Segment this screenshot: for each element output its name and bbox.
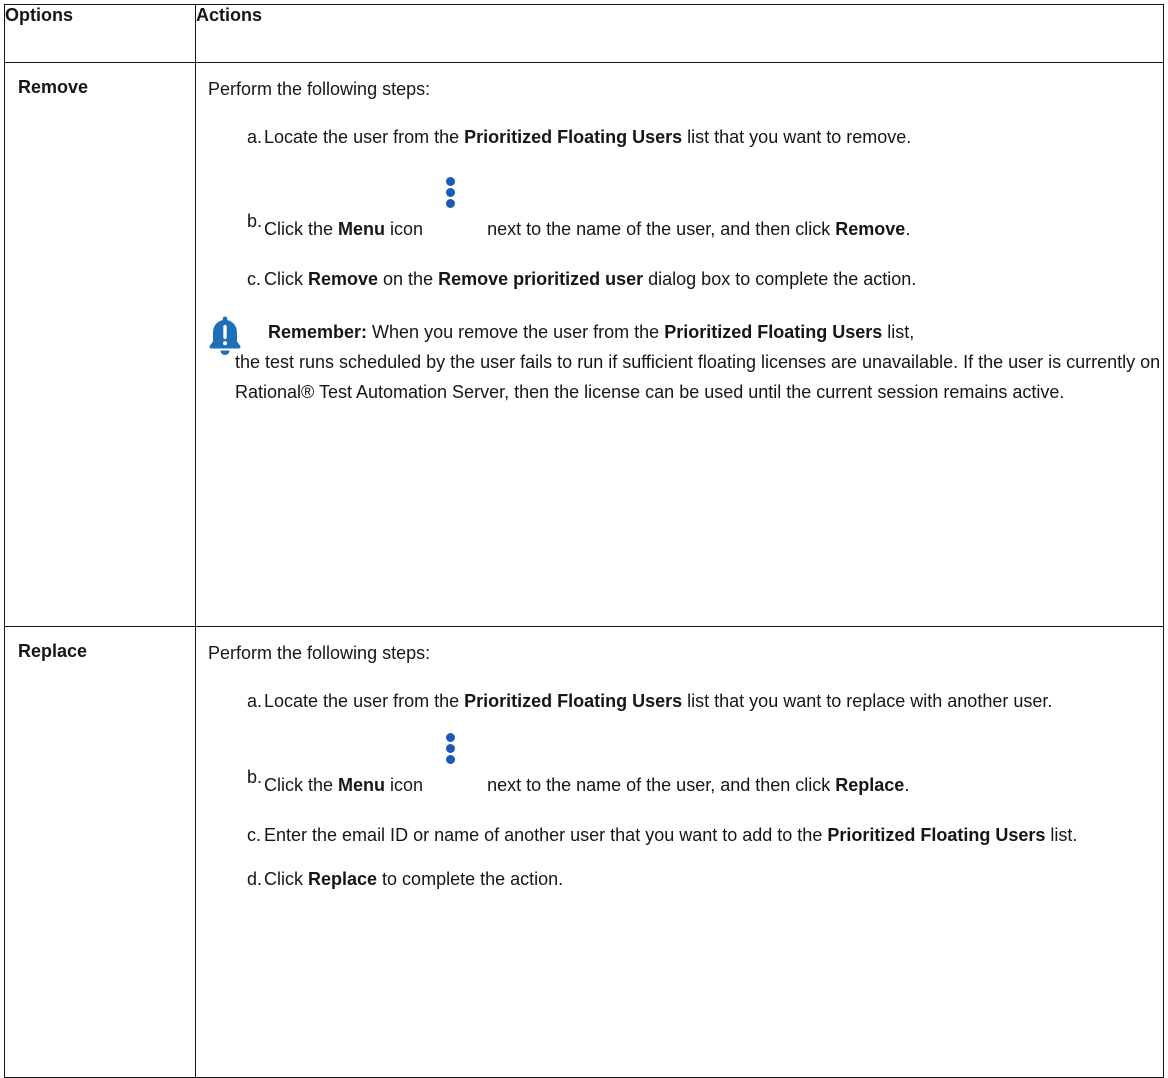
actions-column-header: Actions (195, 4, 1164, 63)
steps-intro: Perform the following steps: (208, 79, 431, 99)
option-cell-replace: Replace (4, 626, 196, 1078)
steps-intro: Perform the following steps: (208, 643, 431, 663)
steps-list: a. Locate the user from the Prioritized … (208, 123, 1163, 293)
list-item: c. Click Remove on the Remove prioritize… (247, 269, 917, 289)
actions-cell-remove: Perform the following steps: a. Locate t… (195, 62, 1164, 627)
options-actions-table: Options Actions Remove Perform the follo… (4, 4, 1164, 1078)
list-item: a. Locate the user from the Prioritized … (247, 691, 1053, 711)
actions-cell-replace: Perform the following steps: a. Locate t… (195, 626, 1164, 1078)
options-column-header: Options (4, 4, 196, 63)
option-cell-remove: Remove (4, 62, 196, 627)
list-item: b. Click the Menu icon next to the name o… (208, 177, 1163, 243)
overflow-menu-vertical-icon (445, 733, 457, 791)
table-row-remove: Remove Perform the following steps: a. L… (4, 62, 1164, 627)
table-row-replace: Replace Perform the following steps: a. … (4, 626, 1164, 1078)
overflow-menu-vertical-icon (445, 177, 457, 235)
bell-icon (209, 316, 241, 355)
list-item: a. Locate the user from the Prioritized … (247, 127, 912, 147)
steps-list: a. Locate the user from the Prioritized … (208, 687, 1163, 893)
remember-note: Remember: When you remove the user from … (208, 316, 1163, 407)
list-item: d. Click Replace to complete the action. (247, 869, 564, 889)
table-header-row: Options Actions (4, 4, 1164, 63)
list-item: c. Enter the email ID or name of another… (247, 825, 1078, 845)
list-item: b. Click the Menu icon next to the name o… (208, 733, 1163, 799)
